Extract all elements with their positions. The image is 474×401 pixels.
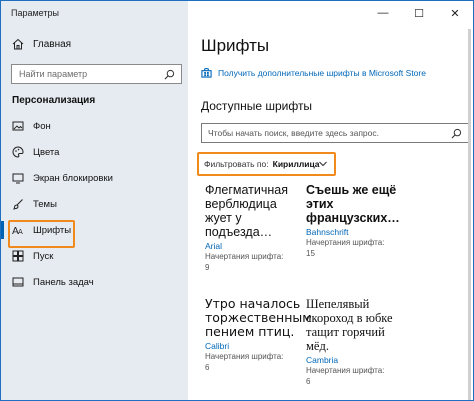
section-title: Персонализация	[12, 95, 96, 106]
sidebar-item-colors[interactable]: Цвета	[1, 139, 188, 165]
font-card-calibri[interactable]: Утро началось торжественным пением птиц.…	[205, 296, 312, 373]
font-name: Bahnschrift	[306, 227, 349, 237]
font-name: Cambria	[306, 355, 339, 365]
page-title: Шрифты	[201, 36, 270, 55]
search-icon	[164, 69, 175, 80]
search-icon	[451, 128, 462, 139]
sidebar-nav: Фон Цвета Экран блокировки Темы AA Шрифт…	[1, 113, 188, 295]
sidebar-item-background[interactable]: Фон	[1, 113, 188, 139]
start-icon	[12, 250, 24, 262]
font-faces-count: 6	[205, 363, 210, 372]
font-card-bahnschrift[interactable]: Съешь же ещё этих французских… Bahnschri…	[306, 183, 401, 259]
font-card-cambria[interactable]: Шепелявый скороход в юбке тащит горячий …	[306, 297, 404, 387]
sidebar-item-label: Темы	[33, 198, 57, 210]
lock-screen-icon	[12, 173, 24, 184]
main-content: Шрифты Получить дополнительные шрифты в …	[188, 1, 473, 401]
font-name: Arial	[205, 241, 223, 251]
store-link-label: Получить дополнительные шрифты в Microso…	[218, 67, 426, 78]
font-faces-count: 15	[306, 249, 315, 258]
fonts-highlight-frame	[8, 220, 75, 248]
sidebar-item-label: Пуск	[33, 250, 54, 262]
filter-label: Фильтровать по:	[204, 159, 269, 169]
settings-search-input[interactable]: Найти параметр	[11, 64, 182, 84]
font-faces-count: 6	[306, 377, 311, 386]
filter-value: Кириллица	[272, 159, 320, 169]
font-faces-label: Начертания шрифта:	[205, 252, 284, 261]
chevron-down-icon	[319, 161, 327, 167]
sidebar-item-themes[interactable]: Темы	[1, 191, 188, 217]
sidebar-item-label: Экран блокировки	[33, 172, 113, 184]
font-faces-label: Начертания шрифта:	[205, 352, 284, 361]
font-sample: Шепелявый скороход в юбке тащит горячий …	[306, 297, 393, 353]
sidebar-item-lock-screen[interactable]: Экран блокировки	[1, 165, 188, 191]
sidebar-item-taskbar[interactable]: Панель задач	[1, 269, 188, 295]
font-faces-label: Начертания шрифта:	[306, 366, 385, 375]
scrollbar[interactable]	[468, 29, 471, 401]
home-label: Главная	[33, 38, 72, 50]
sidebar-item-label: Панель задач	[33, 276, 94, 288]
sidebar-item-label: Цвета	[33, 146, 60, 158]
sidebar-item-label: Фон	[33, 120, 51, 132]
font-search-input[interactable]: Чтобы начать поиск, введите здесь запрос…	[201, 123, 469, 143]
font-faces-label: Начертания шрифта:	[306, 238, 385, 247]
font-sample: Съешь же ещё этих французских…	[306, 183, 400, 225]
brush-icon	[13, 199, 23, 210]
palette-icon	[12, 146, 24, 158]
store-link[interactable]: Получить дополнительные шрифты в Microso…	[201, 67, 426, 78]
available-fonts-title: Доступные шрифты	[201, 99, 313, 113]
home-nav-item[interactable]: Главная	[12, 38, 71, 50]
taskbar-icon	[12, 277, 24, 287]
font-name: Calibri	[205, 341, 230, 351]
image-icon	[12, 121, 24, 131]
font-search-placeholder: Чтобы начать поиск, введите здесь запрос…	[208, 128, 379, 138]
sidebar: Параметры Главная Найти параметр Персона…	[1, 1, 188, 400]
font-sample: Утро началось торжественным пением птиц.	[205, 296, 312, 339]
font-card-arial[interactable]: Флегматичная верблюдица жует у подъезда……	[205, 183, 295, 273]
search-placeholder: Найти параметр	[19, 69, 88, 79]
filter-dropdown[interactable]: Фильтровать по: Кириллица	[197, 152, 336, 176]
font-sample: Флегматичная верблюдица жует у подъезда…	[205, 183, 289, 239]
store-icon	[201, 68, 212, 78]
active-marker	[1, 221, 4, 239]
font-faces-count: 9	[205, 263, 210, 272]
home-icon	[12, 38, 24, 50]
settings-window: Параметры Главная Найти параметр Персона…	[0, 0, 474, 401]
window-title: Параметры	[11, 8, 59, 18]
